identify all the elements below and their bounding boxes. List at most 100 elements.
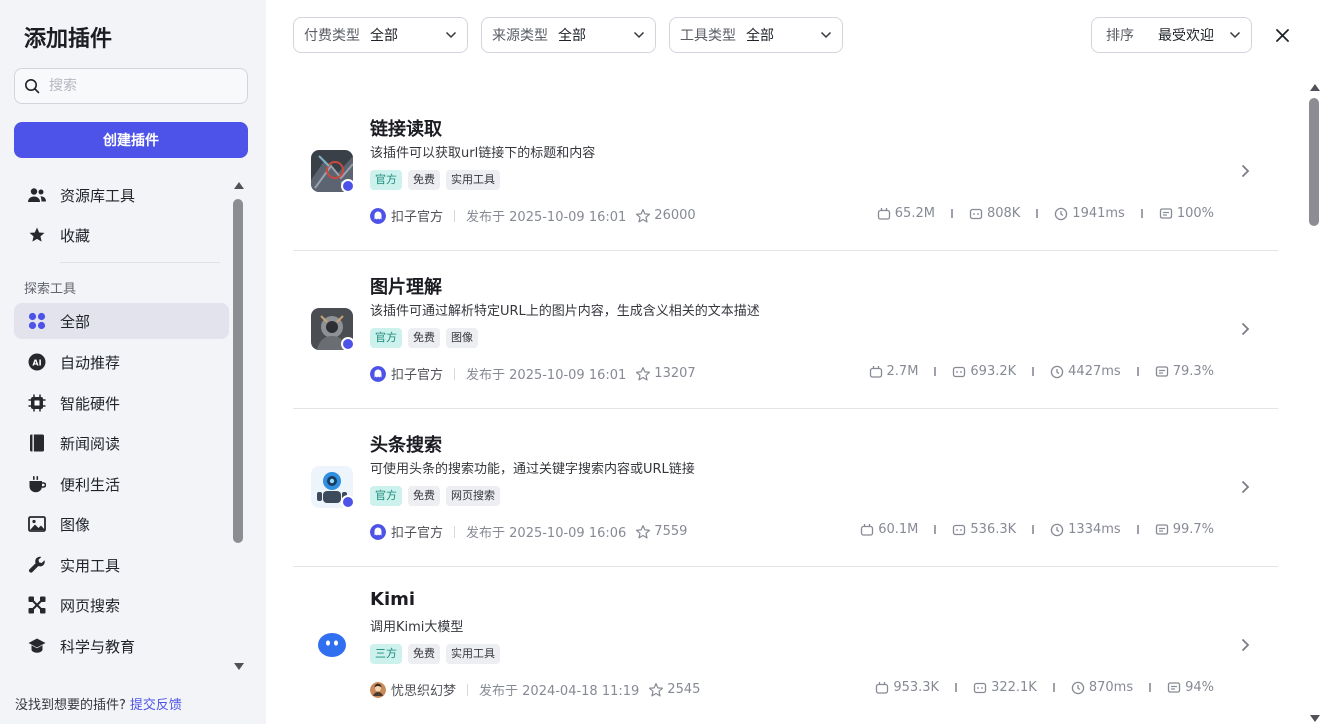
sidebar-item-all[interactable]: 全部: [14, 303, 229, 339]
divider: [1032, 367, 1035, 376]
plugin-author[interactable]: 扣子官方: [391, 522, 443, 541]
sidebar-item-image[interactable]: 图像: [14, 506, 229, 542]
star-outline-icon[interactable]: [635, 524, 651, 540]
chevron-right-icon[interactable]: [1241, 638, 1250, 652]
chevron-down-icon: [633, 31, 645, 39]
sidebar-item-label: 自动推荐: [60, 353, 121, 372]
star-icon: [27, 225, 47, 245]
plugin-stats: 60.1M 536.3K 1334ms 99.7%: [860, 522, 1214, 537]
tag-price: 免费: [408, 486, 440, 506]
divider: [454, 525, 456, 538]
divider: [1136, 367, 1139, 376]
divider: [1036, 209, 1039, 218]
stat-success-rate: 79.3%: [1172, 364, 1214, 379]
plugin-favorites: 13207: [654, 366, 696, 381]
stat-success-rate: 100%: [1176, 206, 1214, 221]
sidebar-item-library-tools[interactable]: 资源库工具: [14, 177, 229, 213]
divider: [1136, 525, 1139, 534]
stat-bots: 60.1M: [878, 522, 919, 537]
sidebar-item-science-education[interactable]: 科学与教育: [14, 628, 229, 664]
scroll-down-arrow-icon[interactable]: [1310, 715, 1320, 722]
sidebar-item-label: 资源库工具: [60, 186, 136, 205]
sidebar-item-auto-recommend[interactable]: AI 自动推荐: [14, 344, 229, 380]
users-icon: [27, 185, 47, 205]
scrollbar-thumb[interactable]: [1309, 98, 1319, 226]
clock-icon: [1050, 523, 1064, 536]
scroll-up-arrow-icon[interactable]: [234, 182, 244, 189]
search-input[interactable]: [49, 75, 239, 97]
search-icon: [25, 79, 40, 94]
calls-icon: [969, 208, 983, 219]
stat-calls: 322.1K: [991, 680, 1037, 695]
filter-tool-type[interactable]: 工具类型 全部: [669, 17, 843, 53]
stat-success-rate: 94%: [1185, 680, 1214, 695]
divider: [950, 209, 953, 218]
author-avatar-icon: [370, 681, 386, 698]
calls-icon: [953, 524, 966, 535]
filter-label: 工具类型: [680, 28, 736, 44]
star-outline-icon[interactable]: [648, 682, 664, 698]
chevron-right-icon[interactable]: [1241, 322, 1250, 336]
sort-value: 最受欢迎: [1158, 28, 1214, 44]
stat-bots: 2.7M: [886, 364, 919, 379]
plugin-description: 该插件可通过解析特定URL上的图片内容，生成含义相关的文本描述: [370, 304, 760, 319]
main-scrollbar[interactable]: [1308, 80, 1321, 724]
divider: [454, 209, 456, 222]
plugin-description: 可使用头条的搜索功能，通过关键字搜索内容或URL链接: [370, 462, 695, 477]
star-outline-icon[interactable]: [635, 208, 651, 224]
divider: [1140, 209, 1143, 218]
plugin-author[interactable]: 忧思织幻梦: [391, 680, 456, 699]
tag-source: 官方: [370, 486, 402, 506]
plugin-published-date: 发布于 2025-10-09 16:01: [466, 368, 627, 383]
calls-icon: [973, 682, 987, 693]
author-avatar-icon: [370, 523, 386, 540]
feedback-prompt: 没找到想要的插件? 提交反馈: [15, 694, 182, 713]
sidebar-item-label: 收藏: [60, 226, 91, 245]
search-box[interactable]: [14, 68, 248, 104]
feedback-text: 没找到想要的插件?: [15, 698, 126, 713]
plugin-card[interactable]: 图片理解 该插件可通过解析特定URL上的图片内容，生成含义相关的文本描述 官方 …: [293, 251, 1278, 409]
plugin-author[interactable]: 扣子官方: [391, 206, 443, 225]
stat-success-rate: 99.7%: [1172, 522, 1214, 537]
tag-category: 网页搜索: [446, 486, 500, 506]
sidebar-item-convenient-life[interactable]: 便利生活: [14, 466, 229, 502]
sort-label: 排序: [1106, 28, 1134, 44]
plugin-card[interactable]: 链接读取 该插件可以获取url链接下的标题和内容 官方 免费 实用工具 扣子官方…: [293, 93, 1278, 251]
create-plugin-button[interactable]: 创建插件: [14, 122, 248, 158]
plugin-card[interactable]: 头条搜索 可使用头条的搜索功能，通过关键字搜索内容或URL链接 官方 免费 网页…: [293, 409, 1278, 567]
sidebar-item-utilities[interactable]: 实用工具: [14, 547, 229, 583]
close-button[interactable]: [1271, 24, 1293, 46]
scrollbar-thumb[interactable]: [233, 199, 243, 543]
sidebar-item-smart-hardware[interactable]: 智能硬件: [14, 385, 229, 421]
message-icon: [1155, 365, 1168, 377]
author-avatar-icon: [370, 365, 386, 382]
filter-source-type[interactable]: 来源类型 全部: [481, 17, 656, 53]
plugin-author[interactable]: 扣子官方: [391, 364, 443, 383]
plugin-meta: 扣子官方 发布于 2025-10-09 16:06 7559: [370, 522, 687, 541]
plugin-favorites: 2545: [667, 682, 701, 697]
plugin-avatar: [311, 624, 353, 666]
plugin-stats: 953.3K 322.1K 870ms 94%: [875, 680, 1214, 695]
sidebar-item-news[interactable]: 新闻阅读: [14, 425, 229, 461]
panel-title: 添加插件: [24, 27, 113, 52]
sidebar-item-label: 智能硬件: [60, 394, 121, 413]
plugin-card[interactable]: Kimi 调用Kimi大模型 三方 免费 实用工具 忧思织幻梦 发布于 2024…: [293, 567, 1278, 724]
cup-icon: [27, 474, 47, 494]
chevron-right-icon[interactable]: [1241, 164, 1250, 178]
feedback-link[interactable]: 提交反馈: [130, 698, 182, 713]
chevron-right-icon[interactable]: [1241, 480, 1250, 494]
filter-label: 付费类型: [304, 28, 360, 44]
divider: [1032, 525, 1035, 534]
sidebar-scrollbar[interactable]: [232, 182, 244, 670]
scroll-down-arrow-icon[interactable]: [234, 663, 244, 670]
sort-select[interactable]: 排序 最受欢迎: [1091, 17, 1252, 53]
plugin-meta: 扣子官方 发布于 2025-10-09 16:01 26000: [370, 206, 696, 225]
scroll-up-arrow-icon[interactable]: [1310, 84, 1320, 91]
filter-pay-type[interactable]: 付费类型 全部: [293, 17, 468, 53]
image-icon: [27, 514, 47, 534]
sidebar-item-web-search[interactable]: 网页搜索: [14, 587, 229, 623]
star-outline-icon[interactable]: [635, 366, 651, 382]
sidebar-item-favorites[interactable]: 收藏: [14, 217, 229, 253]
tag-source: 官方: [370, 328, 402, 348]
message-icon: [1167, 681, 1181, 693]
